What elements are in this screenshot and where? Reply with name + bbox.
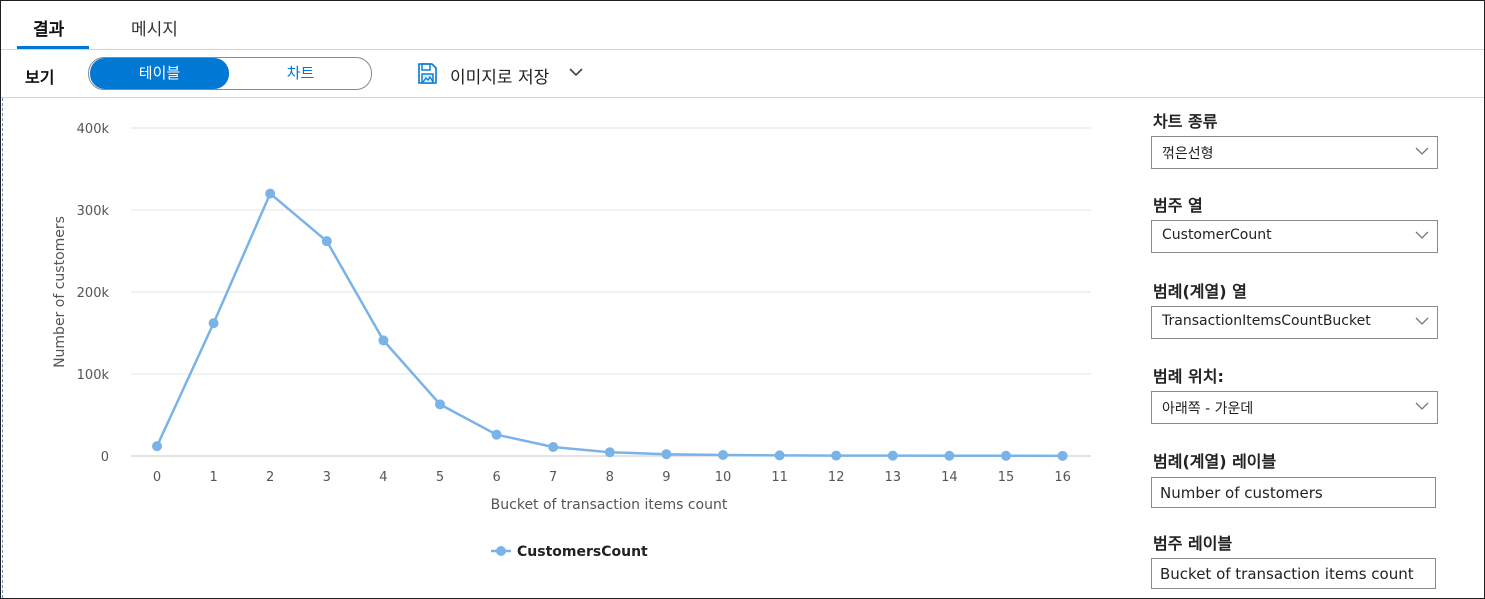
- chevron-down-icon: [1415, 317, 1429, 325]
- x-tick-label: 6: [492, 470, 500, 485]
- x-tick-label: 10: [715, 470, 732, 485]
- view-toolbar: 보기 테이블 차트 이미지로 저장: [1, 50, 1484, 98]
- y-tick-label: 400k: [77, 122, 110, 137]
- legend-marker: [496, 546, 506, 556]
- chevron-down-icon: [1415, 147, 1429, 155]
- y-tick-label: 200k: [77, 286, 110, 301]
- legend-series-column-select[interactable]: TransactionItemsCountBucket: [1151, 306, 1438, 339]
- query-results-pane: 결과 메시지 보기 테이블 차트 이미지로 저장 0 100k 200k 300k 40…: [0, 0, 1485, 599]
- y-axis-title: Number of customers: [52, 216, 68, 368]
- chart-type-label: 차트 종류: [1153, 112, 1218, 131]
- table-view-button[interactable]: 테이블: [90, 58, 229, 89]
- x-tick-label: 3: [323, 470, 331, 485]
- legend-series-column-label: 범례(계열) 열: [1153, 282, 1247, 301]
- active-tab-indicator: [17, 46, 89, 49]
- series-line: [155, 192, 1063, 458]
- view-toggle[interactable]: 테이블 차트: [88, 57, 372, 90]
- x-tick-label: 14: [941, 470, 958, 485]
- data-point: [774, 450, 785, 461]
- data-point: [378, 335, 389, 346]
- data-point: [208, 318, 219, 329]
- x-tick-label: 15: [998, 470, 1015, 485]
- chevron-down-icon[interactable]: [568, 66, 584, 78]
- x-tick-label: 4: [379, 470, 387, 485]
- category-column-select[interactable]: CustomerCount: [1151, 220, 1438, 253]
- legend-series-label-input[interactable]: [1151, 477, 1436, 508]
- save-as-image-label: 이미지로 저장: [450, 68, 550, 88]
- chevron-down-icon: [1415, 231, 1429, 239]
- y-tick-label: 0: [101, 450, 109, 465]
- tab-messages[interactable]: 메시지: [131, 15, 178, 40]
- data-point: [1057, 450, 1068, 461]
- category-label-label: 범주 레이블: [1153, 534, 1233, 553]
- chart-view-button[interactable]: 차트: [231, 58, 370, 89]
- data-point: [321, 236, 332, 247]
- data-point: [661, 449, 672, 460]
- x-tick-label: 2: [266, 470, 274, 485]
- x-tick-label: 0: [153, 470, 161, 485]
- data-point: [152, 441, 162, 452]
- x-tick-label: 12: [828, 470, 845, 485]
- legend-position-value: 아래쪽 - 가운데: [1162, 401, 1254, 417]
- x-tick-label: 1: [209, 470, 217, 485]
- data-point: [491, 429, 502, 440]
- category-column-value: CustomerCount: [1162, 227, 1272, 243]
- legend-position-label: 범례 위치:: [1153, 367, 1224, 386]
- legend-label: CustomersCount: [517, 544, 648, 560]
- save-image-icon: [418, 63, 437, 84]
- data-point: [1001, 450, 1011, 461]
- x-tick-label: 13: [885, 470, 902, 485]
- data-point: [944, 450, 955, 461]
- data-point: [718, 450, 728, 461]
- tab-results[interactable]: 결과: [33, 15, 64, 40]
- chart-settings-panel: 차트 종류 꺾은선형 범주 열 CustomerCount 범례(계열) 열 T…: [1151, 98, 1451, 598]
- chevron-down-icon: [1415, 402, 1429, 410]
- legend-series-column-value: TransactionItemsCountBucket: [1162, 313, 1371, 329]
- chart-type-value: 꺾은선형: [1162, 146, 1214, 162]
- legend-position-select[interactable]: 아래쪽 - 가운데: [1151, 391, 1438, 424]
- category-label-input[interactable]: [1151, 558, 1436, 589]
- chart-area: 0 100k 200k 300k 400k 0 1 2 3 4 5 6 7 8 9 10 11 12 13 14 15 1…: [2, 98, 1123, 598]
- x-tick-label: 11: [771, 470, 788, 485]
- result-tabs: 결과 메시지: [1, 1, 1484, 50]
- x-axis-title: Bucket of transaction items count: [491, 497, 728, 513]
- data-point: [831, 450, 842, 461]
- x-tick-label: 16: [1054, 470, 1071, 485]
- data-point: [548, 441, 559, 452]
- view-label: 보기: [25, 68, 55, 87]
- category-column-label: 범주 열: [1153, 196, 1203, 215]
- line-chart: 0100k200k300k400k0 1 2 3 4 5 6 7 8 9 10 11 12 13 14 15 1…: [52, 122, 1091, 560]
- x-tick-label: 9: [662, 470, 670, 485]
- data-point: [265, 188, 276, 199]
- y-tick-label: 100k: [77, 368, 110, 383]
- y-tick-label: 300k: [77, 204, 110, 219]
- chart-type-select[interactable]: 꺾은선형: [1151, 136, 1438, 169]
- legend-series-label-label: 범례(계열) 레이블: [1153, 452, 1277, 471]
- data-point: [887, 450, 898, 461]
- data-point: [604, 447, 615, 458]
- data-point: [435, 399, 445, 410]
- x-tick-label: 8: [606, 470, 614, 485]
- x-tick-label: 5: [436, 470, 444, 485]
- x-tick-label: 7: [549, 470, 557, 485]
